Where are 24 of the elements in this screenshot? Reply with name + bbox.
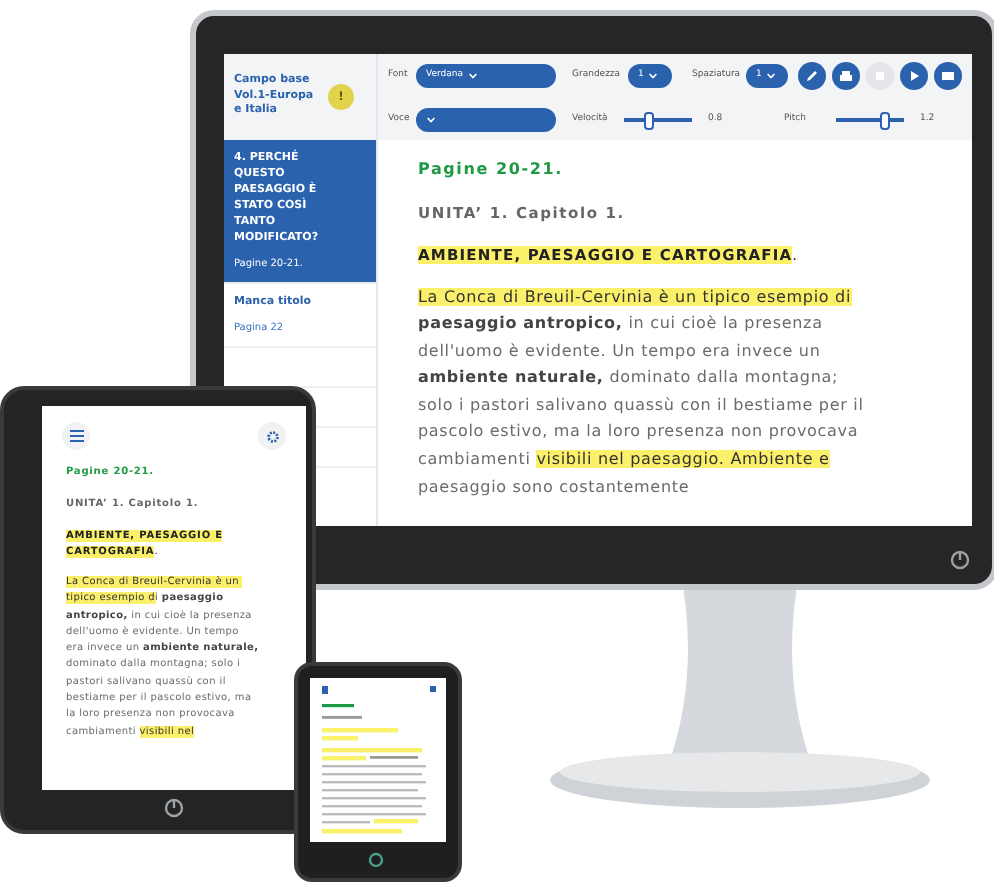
toolbar-button[interactable] xyxy=(798,62,826,90)
settings-button[interactable] xyxy=(258,422,286,450)
chevron-icon xyxy=(765,72,776,80)
chevron-icon xyxy=(467,72,477,80)
home-button-icon xyxy=(368,852,384,868)
power-icon xyxy=(950,550,970,570)
toolbar-button[interactable] xyxy=(900,62,928,90)
menu-icon xyxy=(69,430,83,442)
pitch-slider[interactable] xyxy=(836,111,904,129)
menu-button[interactable] xyxy=(62,422,90,450)
stop-icon xyxy=(870,66,890,86)
chevron-icon xyxy=(647,72,658,80)
speed-slider[interactable] xyxy=(624,111,692,129)
page-heading: Pagine 20-21. xyxy=(418,158,565,182)
pencil-icon xyxy=(802,66,822,86)
envelope-icon xyxy=(938,66,958,86)
toolbar-button[interactable] xyxy=(934,62,962,90)
settings-icon xyxy=(265,429,279,443)
toolbar-button[interactable] xyxy=(832,62,860,90)
paragraph: La Conca di Breuil-Cervinia è un tipico esempio di paesaggio antropico, in cui cioè la presenza dell'uomo è evidente. Un tempo era invece un ambiente naturale, dominato dalla montagna; solo i pastori salivano quassù con il bestiame per il pascolo estivo, ma la loro presenza non provocava cambiamenti visibili nel paesaggio. Ambiente e paesaggio sono costantemente xyxy=(418,285,866,500)
printer-icon xyxy=(836,66,856,86)
chevron-icon xyxy=(426,116,436,124)
power-icon xyxy=(164,798,184,818)
voice-select[interactable] xyxy=(416,108,556,132)
